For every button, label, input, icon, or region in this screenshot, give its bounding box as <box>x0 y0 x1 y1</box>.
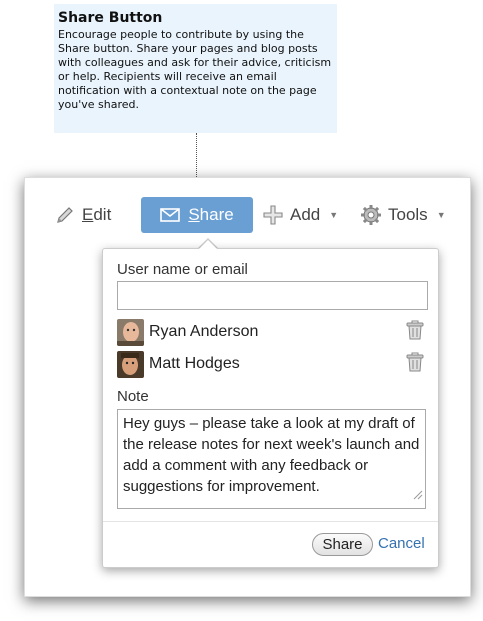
add-menu-button[interactable]: Add ▼ <box>262 197 338 233</box>
user-email-input[interactable] <box>117 281 428 310</box>
recipient-name: Ryan Anderson <box>149 323 259 340</box>
share-submit-button[interactable]: Share <box>312 533 373 556</box>
add-label: Add <box>290 205 321 224</box>
note-label: Note <box>117 388 149 405</box>
tools-menu-button[interactable]: Tools ▼ <box>360 197 446 233</box>
note-textarea[interactable]: Hey guys – please take a look at my draf… <box>117 409 426 509</box>
user-field-label: User name or email <box>117 261 248 278</box>
recipient-item: Ryan Anderson <box>117 318 428 346</box>
edit-label: Edit <box>82 205 112 224</box>
avatar <box>117 350 144 378</box>
avatar <box>117 318 144 346</box>
share-label: Share <box>188 205 234 224</box>
edit-button[interactable]: Edit <box>54 197 111 233</box>
trash-icon[interactable] <box>406 352 424 377</box>
trash-icon[interactable] <box>406 320 424 345</box>
callout-title: Share Button <box>58 10 163 26</box>
envelope-icon <box>160 207 181 223</box>
cancel-link[interactable]: Cancel <box>378 535 425 552</box>
note-text: Hey guys – please take a look at my draf… <box>123 415 420 495</box>
pencil-icon <box>54 204 76 226</box>
recipient-name: Matt Hodges <box>149 355 240 372</box>
plus-icon <box>262 204 284 226</box>
share-toolbar-button[interactable]: Share <box>141 197 253 233</box>
gear-icon <box>360 204 382 226</box>
callout-body: Encourage people to contribute by using … <box>58 28 332 111</box>
dialog-divider <box>103 521 438 522</box>
chevron-down-icon: ▼ <box>436 210 446 220</box>
chevron-down-icon: ▼ <box>329 210 339 220</box>
recipient-item: Matt Hodges <box>117 350 428 378</box>
callout-box: Share Button Encourage people to contrib… <box>54 4 337 133</box>
tools-label: Tools <box>388 205 428 224</box>
dialog-pointer-fill <box>198 240 218 250</box>
resize-grip-icon[interactable] <box>413 485 423 506</box>
